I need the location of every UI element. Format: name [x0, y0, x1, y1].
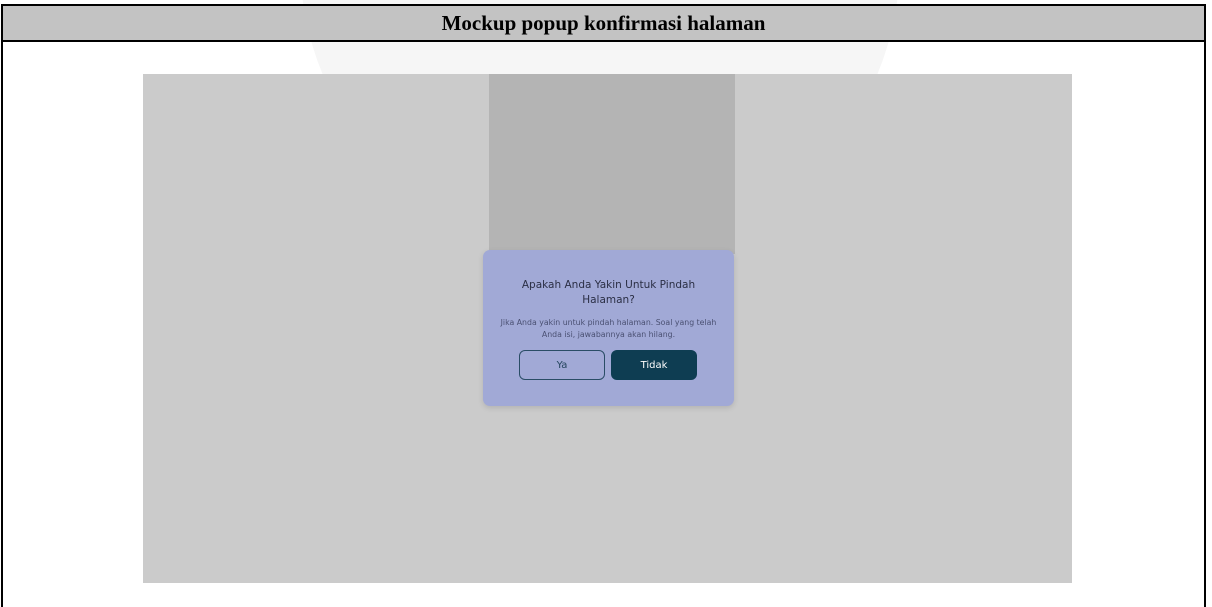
yes-button[interactable]: Ya — [519, 350, 605, 380]
table-header-title: Mockup popup konfirmasi halaman — [441, 10, 766, 35]
dialog-message: Jika Anda yakin untuk pindah halaman. So… — [500, 318, 717, 339]
no-button[interactable]: Tidak — [611, 350, 697, 380]
confirmation-dialog: Apakah Anda Yakin Untuk Pindah Halaman? … — [483, 250, 734, 406]
mockup-screenshot: Apakah Anda Yakin Untuk Pindah Halaman? … — [143, 74, 1072, 583]
background-banner — [489, 74, 735, 254]
dialog-title: Apakah Anda Yakin Untuk Pindah Halaman? — [521, 279, 696, 306]
figure-table: Mockup popup konfirmasi halaman Apakah A… — [1, 4, 1206, 607]
table-header: Mockup popup konfirmasi halaman — [3, 6, 1204, 42]
